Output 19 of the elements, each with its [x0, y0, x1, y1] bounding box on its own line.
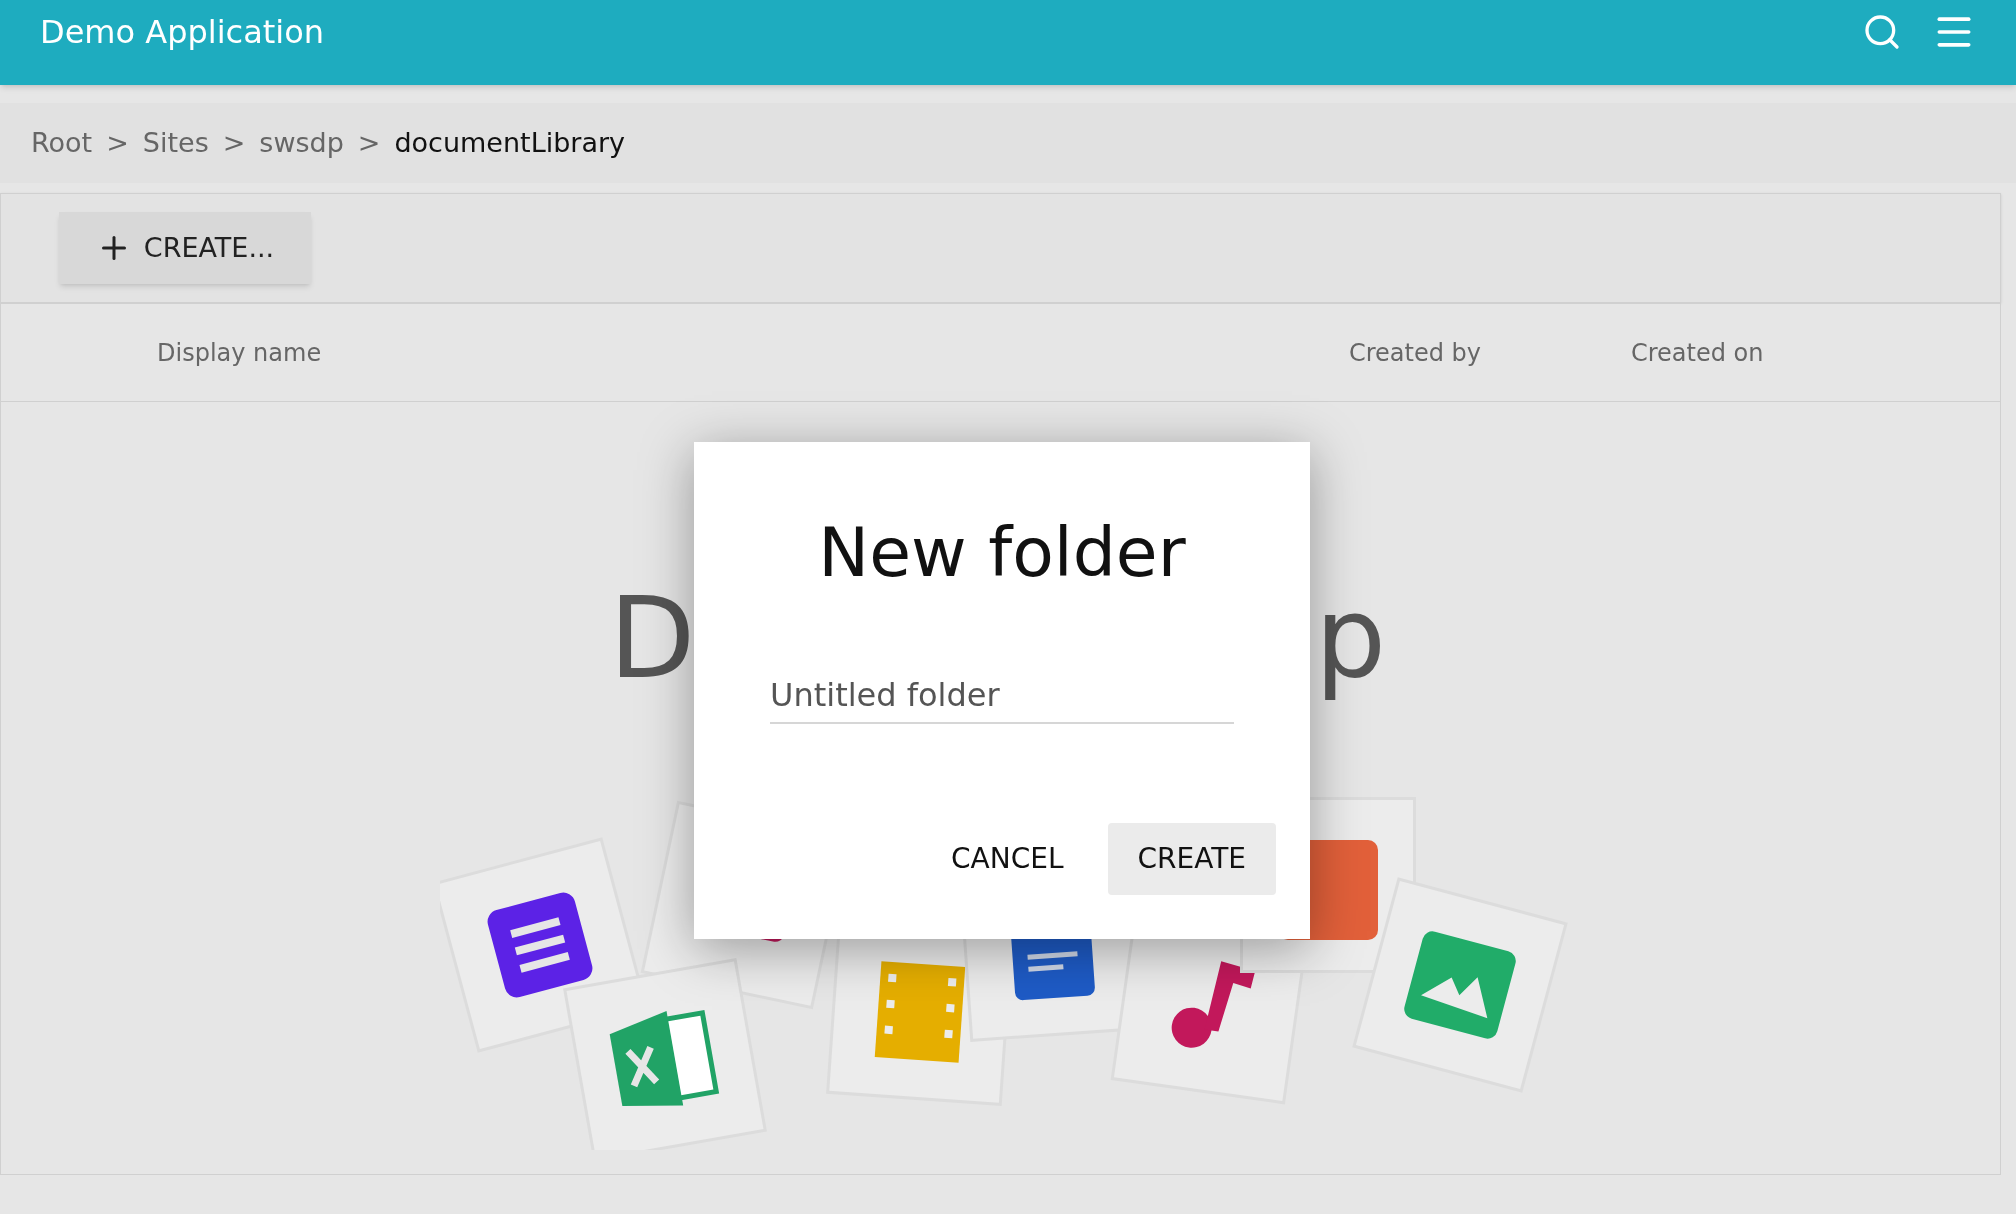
folder-name-field[interactable]: Untitled folder [770, 668, 1234, 725]
breadcrumb-separator: > [106, 125, 129, 160]
breadcrumb-item[interactable]: swsdp [259, 122, 344, 164]
search-icon[interactable] [1862, 12, 1902, 52]
breadcrumb-separator: > [222, 125, 246, 160]
column-header[interactable]: Display name [157, 334, 322, 371]
app-title: Demo Application [40, 12, 325, 53]
cancel-button[interactable]: CANCEL [927, 823, 1088, 895]
breadcrumb-item[interactable]: Root [31, 122, 93, 164]
empty-state-title: p [1315, 572, 1387, 705]
create-button[interactable]: CREATE [1107, 823, 1276, 895]
empty-state-title: D [609, 572, 696, 705]
create-menu-button[interactable]: CREATE... [59, 212, 311, 284]
breadcrumb-separator: > [357, 125, 381, 160]
breadcrumb-item[interactable]: Sites [142, 122, 209, 164]
column-header[interactable]: Created on [1631, 334, 1764, 371]
breadcrumb-item[interactable]: documentLibrary [394, 122, 626, 164]
dialog-title: New folder [818, 514, 1186, 593]
column-header[interactable]: Created by [1349, 334, 1482, 371]
